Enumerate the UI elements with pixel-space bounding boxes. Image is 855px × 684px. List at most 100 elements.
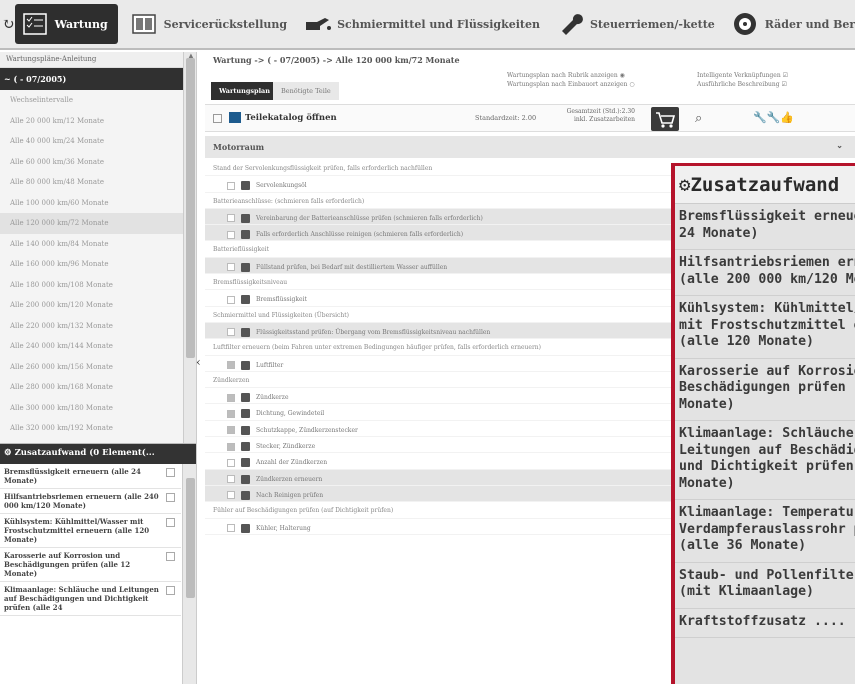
popup-item-line: Klimaanlage: Schläuche und: [679, 426, 855, 441]
zusatz-scrollbar[interactable]: [182, 464, 196, 684]
option-by-einbauort[interactable]: Wartungsplan nach Einbauort anzeigen ○: [507, 81, 635, 88]
task-checkbox[interactable]: [227, 214, 235, 223]
interval-item[interactable]: Alle 320 000 km/192 Monate: [0, 418, 183, 439]
part-icon[interactable]: [241, 425, 250, 435]
tab-servicerueckstellung[interactable]: Servicerückstellung: [124, 4, 297, 44]
part-icon[interactable]: [241, 458, 250, 468]
part-icon[interactable]: [241, 360, 250, 370]
search-icon[interactable]: ⌕: [695, 111, 702, 126]
zusatz-item[interactable]: Karosserie auf Korrosion und Beschädigun…: [0, 548, 181, 582]
popup-item[interactable]: Kühlsystem: Kühlmittel/Wassermit Frostsc…: [675, 296, 855, 359]
tab-wartung[interactable]: Wartung: [14, 4, 118, 44]
zusatz-item-checkbox[interactable]: [166, 552, 175, 561]
interval-item[interactable]: Alle 60 000 km/36 Monate: [0, 152, 183, 173]
task-checkbox[interactable]: [227, 475, 235, 484]
part-icon[interactable]: [241, 327, 250, 337]
popup-item-line: 24 Monate): [679, 225, 759, 241]
interval-item[interactable]: Alle 140 000 km/84 Monate: [0, 234, 183, 255]
task-label: Zündkerze: [256, 394, 289, 402]
task-checkbox[interactable]: [227, 361, 235, 370]
zusatz-item[interactable]: Kühlsystem: Kühlmittel/Wasser mit Frosts…: [0, 514, 181, 548]
zusatz-item-checkbox[interactable]: [166, 518, 175, 527]
standard-time: Standardzeit: 2.00: [475, 114, 537, 122]
zusatz-item[interactable]: Klimaanlage: Schläuche und Leitungen auf…: [0, 582, 181, 616]
interval-item[interactable]: Alle 260 000 km/156 Monate: [0, 357, 183, 378]
part-icon[interactable]: [241, 523, 250, 533]
part-icon[interactable]: [241, 181, 250, 191]
popup-item[interactable]: Klimaanlage: Schläuche undLeitungen auf …: [675, 421, 855, 500]
zusatz-item-label: Hilfsantriebsriemen erneuern (alle 240 0…: [4, 492, 159, 510]
interval-item[interactable]: Wechselintervalle: [0, 90, 183, 111]
refresh-icon[interactable]: ↻: [2, 15, 15, 33]
interval-item[interactable]: Alle 200 000 km/120 Monate: [0, 295, 183, 316]
interval-item[interactable]: Alle 220 000 km/132 Monate: [0, 316, 183, 337]
zusatz-item[interactable]: Hilfsantriebsriemen erneuern (alle 240 0…: [0, 489, 181, 514]
task-checkbox[interactable]: [227, 263, 235, 272]
popup-item[interactable]: Hilfsantriebsriemen erneuern(alle 200 00…: [675, 250, 855, 296]
task-checkbox[interactable]: [227, 409, 235, 418]
tab-schmiermittel[interactable]: Schmiermittel und Flüssigkeiten: [297, 4, 550, 44]
tab-steuerriemen[interactable]: Steuerriemen/-kette: [550, 4, 725, 44]
selected-model-range[interactable]: ~ ( - 07/2005): [0, 68, 183, 90]
part-icon[interactable]: [241, 393, 250, 403]
interval-item[interactable]: Alle 80 000 km/48 Monate: [0, 172, 183, 193]
zusatz-title-text: Zusatzaufwand (0 Element(...: [14, 448, 155, 458]
tab-raeder[interactable]: Räder und Bereifung: [725, 4, 855, 44]
section-motorraum[interactable]: Motorraum ⌄: [205, 136, 855, 158]
interval-item[interactable]: Alle 100 000 km/60 Monate: [0, 193, 183, 214]
option-smart-links[interactable]: Intelligente Verknüpfungen ☑: [697, 72, 788, 79]
catalog-icon: [229, 112, 241, 123]
chevron-down-icon[interactable]: ⌄: [836, 140, 843, 150]
task-checkbox[interactable]: [227, 524, 235, 533]
option-by-rubrik[interactable]: Wartungsplan nach Rubrik anzeigen ◉: [507, 72, 625, 79]
scrollbar-thumb[interactable]: [186, 58, 195, 358]
scrollbar-thumb[interactable]: [186, 478, 195, 598]
subtab-benoetigte-teile[interactable]: Benötigte Teile: [273, 82, 339, 100]
part-icon[interactable]: [241, 442, 250, 452]
popup-item[interactable]: Karosserie auf Korrosion undBeschädigung…: [675, 359, 855, 421]
part-icon[interactable]: [241, 262, 250, 272]
zusatzaufwand-panel-title: ⚙ Zusatzaufwand (0 Element(...: [0, 444, 196, 464]
interval-item[interactable]: Alle 120 000 km/72 Monate: [0, 213, 183, 234]
sidebar-scrollbar[interactable]: ▲▼: [183, 52, 196, 472]
tab-label: Schmiermittel und Flüssigkeiten: [337, 17, 540, 31]
select-all-checkbox[interactable]: [213, 114, 222, 123]
part-icon[interactable]: [241, 230, 250, 240]
part-icon[interactable]: [241, 490, 250, 500]
part-icon[interactable]: [241, 295, 250, 305]
interval-item[interactable]: Alle 280 000 km/168 Monate: [0, 377, 183, 398]
total-time-note: inkl. Zusatzarbeiten: [574, 116, 635, 123]
interval-item[interactable]: Alle 180 000 km/108 Monate: [0, 275, 183, 296]
task-checkbox[interactable]: [227, 458, 235, 467]
popup-item[interactable]: Klimaanlage: Temperatur amVerdampferausl…: [675, 500, 855, 563]
part-icon[interactable]: [241, 409, 250, 419]
zusatz-item[interactable]: Bremsflüssigkeit erneuern (alle 24 Monat…: [0, 464, 181, 489]
tools-icon[interactable]: 🔧🔧👍: [753, 111, 794, 124]
popup-item[interactable]: Kraftstoffzusatz ....: [675, 609, 855, 638]
popup-item[interactable]: Staub- und Pollenfilter erneuern(mit Kli…: [675, 563, 855, 609]
view-options: Wartungsplan nach Rubrik anzeigen ◉ Inte…: [507, 72, 855, 96]
task-checkbox[interactable]: [227, 181, 235, 190]
interval-item[interactable]: Alle 300 000 km/180 Monate: [0, 398, 183, 419]
task-checkbox[interactable]: [227, 295, 235, 304]
task-checkbox[interactable]: [227, 393, 235, 402]
zusatz-item-checkbox[interactable]: [166, 468, 175, 477]
part-icon[interactable]: [241, 213, 250, 223]
interval-item[interactable]: Alle 240 000 km/144 Monate: [0, 336, 183, 357]
zusatz-item-checkbox[interactable]: [166, 586, 175, 595]
part-icon[interactable]: [241, 474, 250, 484]
subtab-wartungsplan[interactable]: Wartungsplan: [211, 82, 278, 100]
zusatz-item-checkbox[interactable]: [166, 493, 175, 502]
task-checkbox[interactable]: [227, 491, 235, 500]
option-detailed[interactable]: Ausführliche Beschreibung ☑: [697, 81, 787, 88]
interval-item[interactable]: Alle 40 000 km/24 Monate: [0, 131, 183, 152]
interval-item[interactable]: Alle 20 000 km/12 Monate: [0, 111, 183, 132]
task-checkbox[interactable]: [227, 230, 235, 239]
open-catalog-link[interactable]: Teilekatalog öffnen: [229, 112, 337, 123]
cart-button[interactable]: [651, 107, 679, 131]
task-checkbox[interactable]: [227, 442, 235, 451]
popup-item[interactable]: Bremsflüssigkeit erneuern (alle24 Monate…: [675, 204, 855, 250]
task-checkbox[interactable]: [227, 328, 235, 337]
interval-item[interactable]: Alle 160 000 km/96 Monate: [0, 254, 183, 275]
task-checkbox[interactable]: [227, 426, 235, 435]
